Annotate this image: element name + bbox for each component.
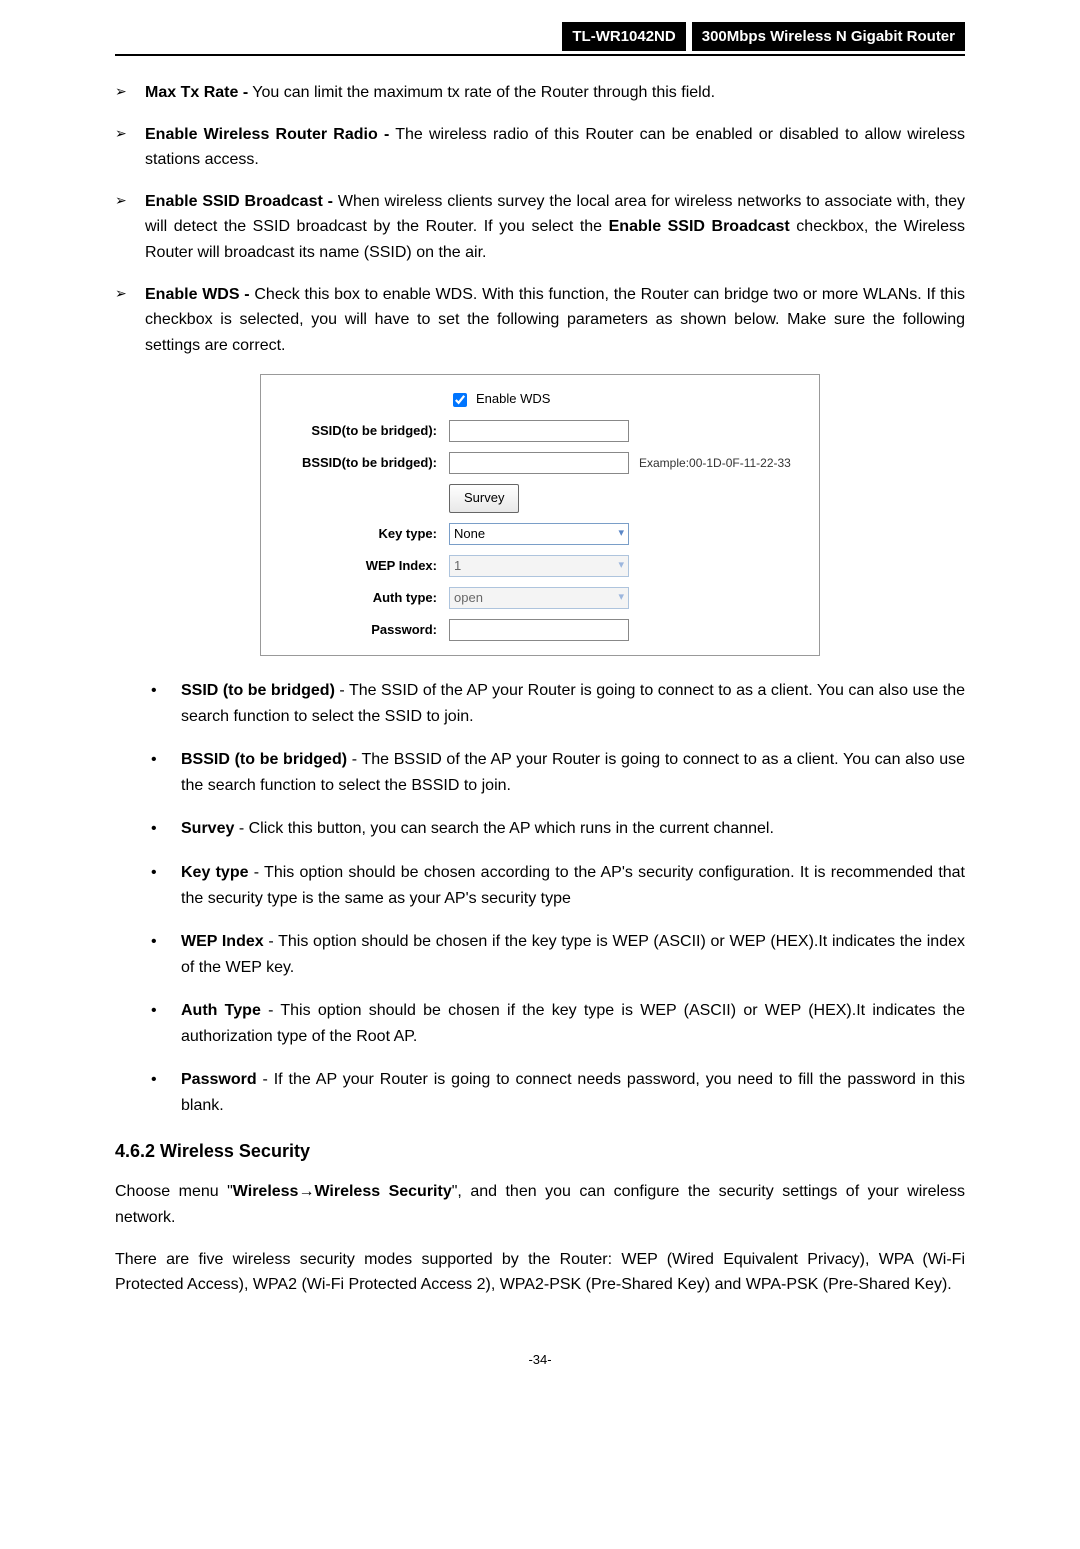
sub-ssid: SSID (to be bridged) - The SSID of the A…: [145, 678, 965, 729]
bullet-body: Check this box to enable WDS. With this …: [145, 286, 965, 354]
section-heading: 4.6.2 Wireless Security: [115, 1137, 965, 1166]
auth-type-value: open: [454, 588, 483, 609]
bssid-input[interactable]: [449, 452, 629, 474]
section-para-1: Choose menu "Wireless→Wireless Security"…: [115, 1179, 965, 1230]
key-type-select[interactable]: None ▾: [449, 523, 629, 545]
enable-wds-label: Enable WDS: [476, 389, 550, 410]
bullet-title: Enable Wireless Router Radio -: [145, 126, 389, 143]
bullet-enable-ssid-broadcast: Enable SSID Broadcast - When wireless cl…: [115, 189, 965, 266]
sub-title: Key type: [181, 864, 249, 881]
enable-wds-checkbox[interactable]: [453, 393, 467, 407]
sub-title: WEP Index: [181, 933, 264, 950]
ssid-label: SSID(to be bridged):: [281, 421, 449, 442]
auth-type-select[interactable]: open ▾: [449, 587, 629, 609]
menu-path-wireless: Wireless: [233, 1183, 299, 1200]
key-type-value: None: [454, 524, 485, 545]
wep-index-value: 1: [454, 556, 461, 577]
bullet-title-2: Enable SSID Broadcast: [609, 218, 790, 235]
para-text: Choose menu ": [115, 1183, 233, 1200]
product-title: 300Mbps Wireless N Gigabit Router: [692, 22, 965, 51]
wep-index-label: WEP Index:: [281, 556, 449, 577]
bssid-label: BSSID(to be bridged):: [281, 453, 449, 474]
sub-key-type: Key type - This option should be chosen …: [145, 860, 965, 911]
sub-wep-index: WEP Index - This option should be chosen…: [145, 929, 965, 980]
sub-title: Password: [181, 1071, 257, 1088]
password-label: Password:: [281, 620, 449, 641]
sub-survey: Survey - Click this button, you can sear…: [145, 816, 965, 842]
sub-title: Auth Type: [181, 1002, 261, 1019]
menu-path-wireless-security: Wireless Security: [314, 1183, 451, 1200]
bullet-title: Enable SSID Broadcast -: [145, 193, 333, 210]
chevron-down-icon: ▾: [618, 525, 624, 543]
bullet-title: Max Tx Rate -: [145, 84, 248, 101]
sub-bssid: BSSID (to be bridged) - The BSSID of the…: [145, 747, 965, 798]
page-number: -34-: [115, 1350, 965, 1371]
model-chip: TL-WR1042ND: [562, 22, 685, 51]
bullet-enable-wds: Enable WDS - Check this box to enable WD…: [115, 282, 965, 359]
wds-settings-panel: Enable WDS SSID(to be bridged): BSSID(to…: [260, 374, 820, 656]
page-header: TL-WR1042ND300Mbps Wireless N Gigabit Ro…: [115, 22, 965, 56]
auth-type-label: Auth type:: [281, 588, 449, 609]
sub-password: Password - If the AP your Router is goin…: [145, 1067, 965, 1118]
sub-title: Survey: [181, 820, 234, 837]
wep-index-select[interactable]: 1 ▾: [449, 555, 629, 577]
bullet-enable-radio: Enable Wireless Router Radio - The wirel…: [115, 122, 965, 173]
bullet-body: You can limit the maximum tx rate of the…: [248, 84, 715, 101]
sub-body: - This option should be chosen according…: [181, 864, 965, 907]
bullet-max-tx-rate: Max Tx Rate - You can limit the maximum …: [115, 80, 965, 106]
sub-body: - Click this button, you can search the …: [234, 820, 774, 837]
password-input[interactable]: [449, 619, 629, 641]
chevron-down-icon: ▾: [618, 557, 624, 575]
survey-button[interactable]: Survey: [449, 484, 519, 513]
key-type-label: Key type:: [281, 524, 449, 545]
section-para-2: There are five wireless security modes s…: [115, 1247, 965, 1298]
bssid-example: Example:00-1D-0F-11-22-33: [639, 454, 791, 473]
sub-auth-type: Auth Type - This option should be chosen…: [145, 998, 965, 1049]
sub-body: - If the AP your Router is going to conn…: [181, 1071, 965, 1114]
arrow-icon: →: [298, 1183, 314, 1200]
sub-title: SSID (to be bridged): [181, 682, 335, 699]
sub-body: - This option should be chosen if the ke…: [181, 1002, 965, 1045]
sub-body: - This option should be chosen if the ke…: [181, 933, 965, 976]
ssid-input[interactable]: [449, 420, 629, 442]
bullet-title: Enable WDS -: [145, 286, 250, 303]
sub-title: BSSID (to be bridged): [181, 751, 347, 768]
chevron-down-icon: ▾: [618, 589, 624, 607]
